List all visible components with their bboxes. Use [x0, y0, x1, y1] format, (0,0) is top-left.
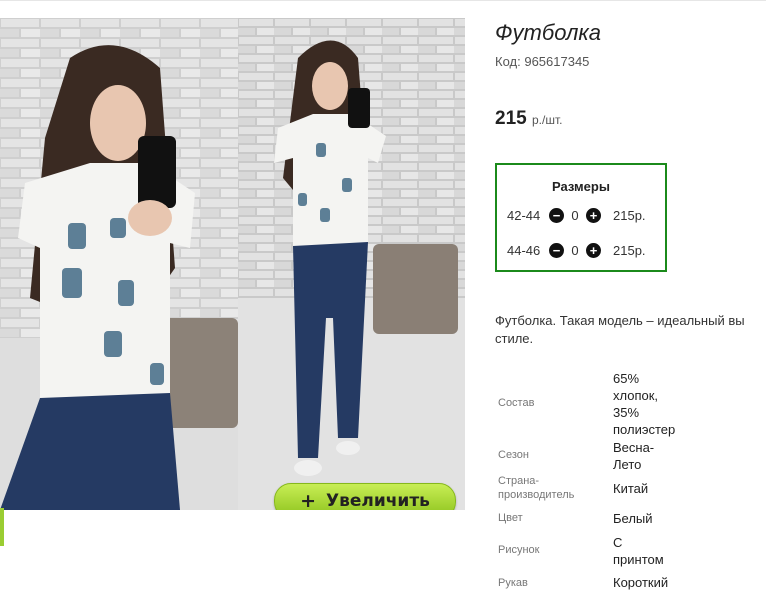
plus-icon: +	[300, 490, 316, 510]
property-key-line: производитель	[498, 489, 575, 501]
property-value-line: 35%	[613, 405, 640, 420]
property-key: Сезон	[498, 449, 529, 461]
product-photo-full[interactable]	[238, 18, 465, 510]
property-value-line: 65%	[613, 371, 640, 386]
top-divider	[0, 0, 766, 1]
property-key: Рукав	[498, 577, 528, 589]
property-value: Китай	[613, 480, 648, 497]
product-code: Код: 965617345	[495, 54, 589, 69]
property-value-line: Лето	[613, 457, 642, 472]
property-value-line: принтом	[613, 552, 664, 567]
property-value: Короткий	[613, 574, 668, 591]
property-value: 65% хлопок, 35% полиэстер	[613, 370, 675, 438]
size-label: 42-44	[507, 207, 541, 223]
minus-icon[interactable]: −	[549, 242, 564, 258]
product-photo-front[interactable]	[0, 18, 238, 510]
product-price: 215 р./шт.	[495, 108, 562, 130]
property-value-line: Китай	[613, 481, 649, 496]
product-code-value: 965617345	[524, 54, 590, 69]
price-value: 215	[495, 108, 527, 129]
minus-icon[interactable]: −	[549, 207, 564, 223]
plus-icon[interactable]: +	[586, 242, 601, 258]
sizes-panel: Размеры 42-44 − 0 + 215р. 44-46 − 0 + 21…	[495, 163, 667, 272]
zoom-button[interactable]: + Увеличить	[274, 483, 456, 510]
property-value-line: хлопок,	[613, 388, 659, 403]
property-key: Страна- производитель	[498, 474, 574, 502]
product-description: Футболка. Такая модель – идеальный вы ст…	[495, 312, 766, 348]
zoom-button-label: Увеличить	[325, 491, 430, 510]
property-value: Белый	[613, 510, 653, 527]
sizes-title: Размеры	[552, 179, 610, 194]
size-price: 215р.	[613, 242, 646, 258]
product-gallery[interactable]: + Увеличить	[0, 18, 465, 510]
price-unit: р./шт.	[531, 113, 563, 127]
property-value: С принтом	[613, 534, 664, 568]
description-line: стиле.	[495, 331, 534, 346]
left-accent-bar	[0, 508, 4, 546]
size-quantity[interactable]: 0	[564, 243, 586, 258]
property-value-line: полиэстер	[613, 422, 676, 437]
description-line: Футболка. Такая модель – идеальный вы	[495, 313, 745, 328]
size-row: 44-46 − 0 + 215р.	[507, 241, 646, 259]
property-key: Цвет	[498, 512, 523, 524]
property-value: Весна- Лето	[613, 439, 654, 473]
property-value-line: Белый	[613, 511, 653, 526]
plus-icon[interactable]: +	[586, 207, 601, 223]
size-price: 215р.	[613, 207, 646, 223]
property-value-line: С	[613, 535, 623, 550]
size-quantity[interactable]: 0	[564, 208, 586, 223]
property-key-line: Страна-	[498, 475, 540, 487]
property-value-line: Короткий	[613, 575, 669, 590]
product-code-label: Код:	[495, 54, 521, 69]
product-title: Футболка	[495, 20, 601, 45]
property-key: Рисунок	[498, 544, 540, 556]
property-value-line: Весна-	[613, 440, 655, 455]
property-key: Состав	[498, 397, 535, 409]
size-row: 42-44 − 0 + 215р.	[507, 206, 646, 224]
size-label: 44-46	[507, 242, 541, 258]
